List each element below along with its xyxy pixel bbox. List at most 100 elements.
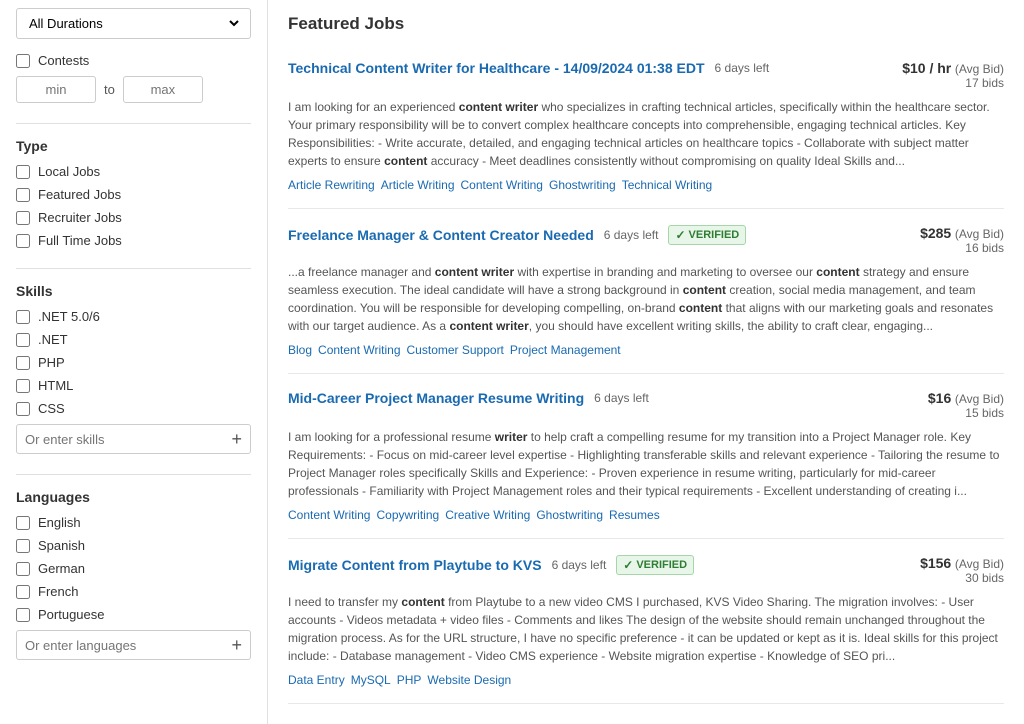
german-label: German xyxy=(38,561,85,576)
tag-technical-writing[interactable]: Technical Writing xyxy=(622,178,712,192)
job-price-block-1: $10 / hr (Avg Bid) 17 bids xyxy=(884,60,1004,90)
tag-content-writing-3[interactable]: Content Writing xyxy=(288,508,370,522)
tag-article-writing[interactable]: Article Writing xyxy=(381,178,455,192)
french-row: French xyxy=(16,584,251,599)
job-top-3: Mid-Career Project Manager Resume Writin… xyxy=(288,390,1004,420)
tag-website-design[interactable]: Website Design xyxy=(427,673,511,687)
job-card-4: Migrate Content from Playtube to KVS 6 d… xyxy=(288,539,1004,704)
net-checkbox[interactable] xyxy=(16,333,30,347)
job-price-4: $156 xyxy=(920,555,951,571)
tag-ghostwriting-1[interactable]: Ghostwriting xyxy=(549,178,616,192)
tag-copywriting[interactable]: Copywriting xyxy=(376,508,439,522)
job-price-label-3: (Avg Bid) xyxy=(955,392,1004,406)
job-title-3[interactable]: Mid-Career Project Manager Resume Writin… xyxy=(288,390,584,406)
tag-ghostwriting-3[interactable]: Ghostwriting xyxy=(536,508,603,522)
local-jobs-label: Local Jobs xyxy=(38,164,100,179)
full-time-jobs-checkbox[interactable] xyxy=(16,234,30,248)
portuguese-label: Portuguese xyxy=(38,607,105,622)
job-title-1[interactable]: Technical Content Writer for Healthcare … xyxy=(288,60,705,76)
sidebar: All Durations Contests to Type Local Job… xyxy=(0,0,268,724)
verified-badge-4: ✓ VERIFIED xyxy=(616,555,694,575)
job-desc-1: I am looking for an experienced content … xyxy=(288,98,1004,170)
skills-input[interactable] xyxy=(25,432,231,447)
net-label: .NET xyxy=(38,332,68,347)
job-tags-2: Blog Content Writing Customer Support Pr… xyxy=(288,343,1004,357)
css-checkbox[interactable] xyxy=(16,402,30,416)
local-jobs-checkbox[interactable] xyxy=(16,165,30,179)
tag-content-writing-1[interactable]: Content Writing xyxy=(461,178,543,192)
type-section-title: Type xyxy=(16,138,251,154)
featured-jobs-label: Featured Jobs xyxy=(38,187,121,202)
tag-project-management[interactable]: Project Management xyxy=(510,343,621,357)
job-days-left-3: 6 days left xyxy=(594,391,649,405)
languages-section: Languages English Spanish German French … xyxy=(16,489,251,660)
html-checkbox[interactable] xyxy=(16,379,30,393)
duration-select-wrapper[interactable]: All Durations xyxy=(16,8,251,39)
contests-checkbox[interactable] xyxy=(16,54,30,68)
job-price-1: $10 / hr xyxy=(902,60,951,76)
verified-badge-2: ✓ VERIFIED xyxy=(668,225,746,245)
job-tags-1: Article Rewriting Article Writing Conten… xyxy=(288,178,1004,192)
tag-article-rewriting[interactable]: Article Rewriting xyxy=(288,178,375,192)
languages-input[interactable] xyxy=(25,638,231,653)
job-title-4[interactable]: Migrate Content from Playtube to KVS xyxy=(288,557,542,573)
contests-label: Contests xyxy=(38,53,89,68)
spanish-checkbox[interactable] xyxy=(16,539,30,553)
job-price-label-2: (Avg Bid) xyxy=(955,227,1004,241)
net50-row: .NET 5.0/6 xyxy=(16,309,251,324)
job-tags-4: Data Entry MySQL PHP Website Design xyxy=(288,673,1004,687)
job-title-row-3: Mid-Career Project Manager Resume Writin… xyxy=(288,390,649,406)
job-desc-3: I am looking for a professional resume w… xyxy=(288,428,1004,500)
job-desc-4: I need to transfer my content from Playt… xyxy=(288,593,1004,665)
job-tags-3: Content Writing Copywriting Creative Wri… xyxy=(288,508,1004,522)
tag-php[interactable]: PHP xyxy=(397,673,422,687)
tag-blog[interactable]: Blog xyxy=(288,343,312,357)
min-input[interactable] xyxy=(16,76,96,103)
verified-icon-4: ✓ xyxy=(623,558,633,572)
languages-input-row: + xyxy=(16,630,251,660)
job-title-row-4: Migrate Content from Playtube to KVS 6 d… xyxy=(288,555,694,575)
spanish-row: Spanish xyxy=(16,538,251,553)
german-row: German xyxy=(16,561,251,576)
job-top-2: Freelance Manager & Content Creator Need… xyxy=(288,225,1004,255)
skills-section: Skills .NET 5.0/6 .NET PHP HTML CSS xyxy=(16,283,251,454)
job-card-1: Technical Content Writer for Healthcare … xyxy=(288,44,1004,209)
tag-mysql[interactable]: MySQL xyxy=(351,673,391,687)
max-input[interactable] xyxy=(123,76,203,103)
german-checkbox[interactable] xyxy=(16,562,30,576)
local-jobs-row: Local Jobs xyxy=(16,164,251,179)
job-title-row-1: Technical Content Writer for Healthcare … xyxy=(288,60,769,76)
spanish-label: Spanish xyxy=(38,538,85,553)
job-title-2[interactable]: Freelance Manager & Content Creator Need… xyxy=(288,227,594,243)
add-language-button[interactable]: + xyxy=(231,636,242,654)
tag-content-writing-2[interactable]: Content Writing xyxy=(318,343,400,357)
tag-creative-writing[interactable]: Creative Writing xyxy=(445,508,530,522)
tag-data-entry[interactable]: Data Entry xyxy=(288,673,345,687)
tag-resumes[interactable]: Resumes xyxy=(609,508,660,522)
job-bids-1: 17 bids xyxy=(884,76,1004,90)
html-label: HTML xyxy=(38,378,73,393)
job-days-left-4: 6 days left xyxy=(552,558,607,572)
job-top-1: Technical Content Writer for Healthcare … xyxy=(288,60,1004,90)
html-row: HTML xyxy=(16,378,251,393)
tag-customer-support[interactable]: Customer Support xyxy=(407,343,504,357)
featured-jobs-row: Featured Jobs xyxy=(16,187,251,202)
english-checkbox[interactable] xyxy=(16,516,30,530)
php-checkbox[interactable] xyxy=(16,356,30,370)
french-label: French xyxy=(38,584,78,599)
recruiter-jobs-checkbox[interactable] xyxy=(16,211,30,225)
recruiter-jobs-label: Recruiter Jobs xyxy=(38,210,122,225)
featured-jobs-heading: Featured Jobs xyxy=(288,0,1004,44)
divider-2 xyxy=(16,268,251,269)
french-checkbox[interactable] xyxy=(16,585,30,599)
job-card-2: Freelance Manager & Content Creator Need… xyxy=(288,209,1004,374)
duration-section: All Durations Contests to xyxy=(16,8,251,103)
add-skill-button[interactable]: + xyxy=(231,430,242,448)
net50-label: .NET 5.0/6 xyxy=(38,309,100,324)
portuguese-checkbox[interactable] xyxy=(16,608,30,622)
english-row: English xyxy=(16,515,251,530)
job-title-row-2: Freelance Manager & Content Creator Need… xyxy=(288,225,746,245)
featured-jobs-checkbox[interactable] xyxy=(16,188,30,202)
duration-select[interactable]: All Durations xyxy=(25,15,242,32)
net50-checkbox[interactable] xyxy=(16,310,30,324)
